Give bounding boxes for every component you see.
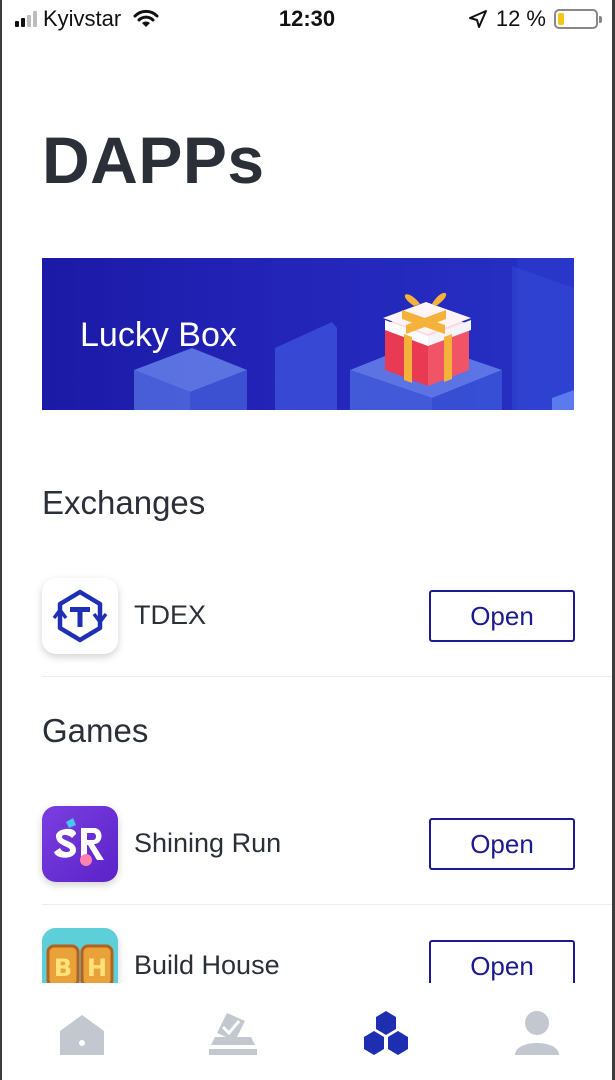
list-item-shining-run[interactable]: Shining Run Open <box>42 806 612 886</box>
list-item-build-house[interactable]: B H Build House Open <box>42 928 612 983</box>
status-bar-right: 12 % <box>468 6 602 32</box>
lucky-box-banner[interactable]: Lucky Box <box>42 258 574 410</box>
list-item-tdex[interactable]: TDEX Open <box>42 578 612 658</box>
section-title-exchanges: Exchanges <box>42 484 206 521</box>
home-icon <box>60 1015 104 1055</box>
divider <box>42 904 612 905</box>
battery-icon <box>554 9 602 29</box>
section-title-games: Games <box>42 712 149 749</box>
banner-label: Lucky Box <box>80 316 237 354</box>
build-house-logo-icon: B H <box>42 928 118 983</box>
open-button[interactable]: Open <box>429 590 575 642</box>
tab-vote[interactable] <box>205 1005 261 1061</box>
dapps-icon <box>364 1011 408 1055</box>
gift-box-icon <box>383 292 471 386</box>
profile-icon <box>515 1011 559 1055</box>
tab-profile[interactable] <box>509 1005 565 1061</box>
tab-home[interactable] <box>54 1005 110 1061</box>
shining-run-logo-icon <box>42 806 118 882</box>
open-button[interactable]: Open <box>429 818 575 870</box>
status-bar: Kyivstar 12:30 12 % <box>2 0 612 40</box>
app-name: TDEX <box>134 600 207 630</box>
vote-icon <box>209 1013 257 1055</box>
tab-dapps[interactable] <box>358 1005 414 1061</box>
open-button[interactable]: Open <box>429 940 575 983</box>
divider <box>42 676 612 677</box>
phone-screen: Kyivstar 12:30 12 % DAPPs Lucky Box Exch… <box>0 0 615 1080</box>
tab-bar <box>2 983 612 1080</box>
app-name: Shining Run <box>134 828 282 858</box>
svg-text:H: H <box>87 954 107 982</box>
location-arrow-icon <box>468 10 487 28</box>
page-title: DAPPs <box>42 123 265 197</box>
svg-text:B: B <box>54 954 72 982</box>
app-name: Build House <box>134 950 280 980</box>
tdex-logo-icon <box>42 578 118 654</box>
battery-percent: 12 % <box>495 6 546 31</box>
